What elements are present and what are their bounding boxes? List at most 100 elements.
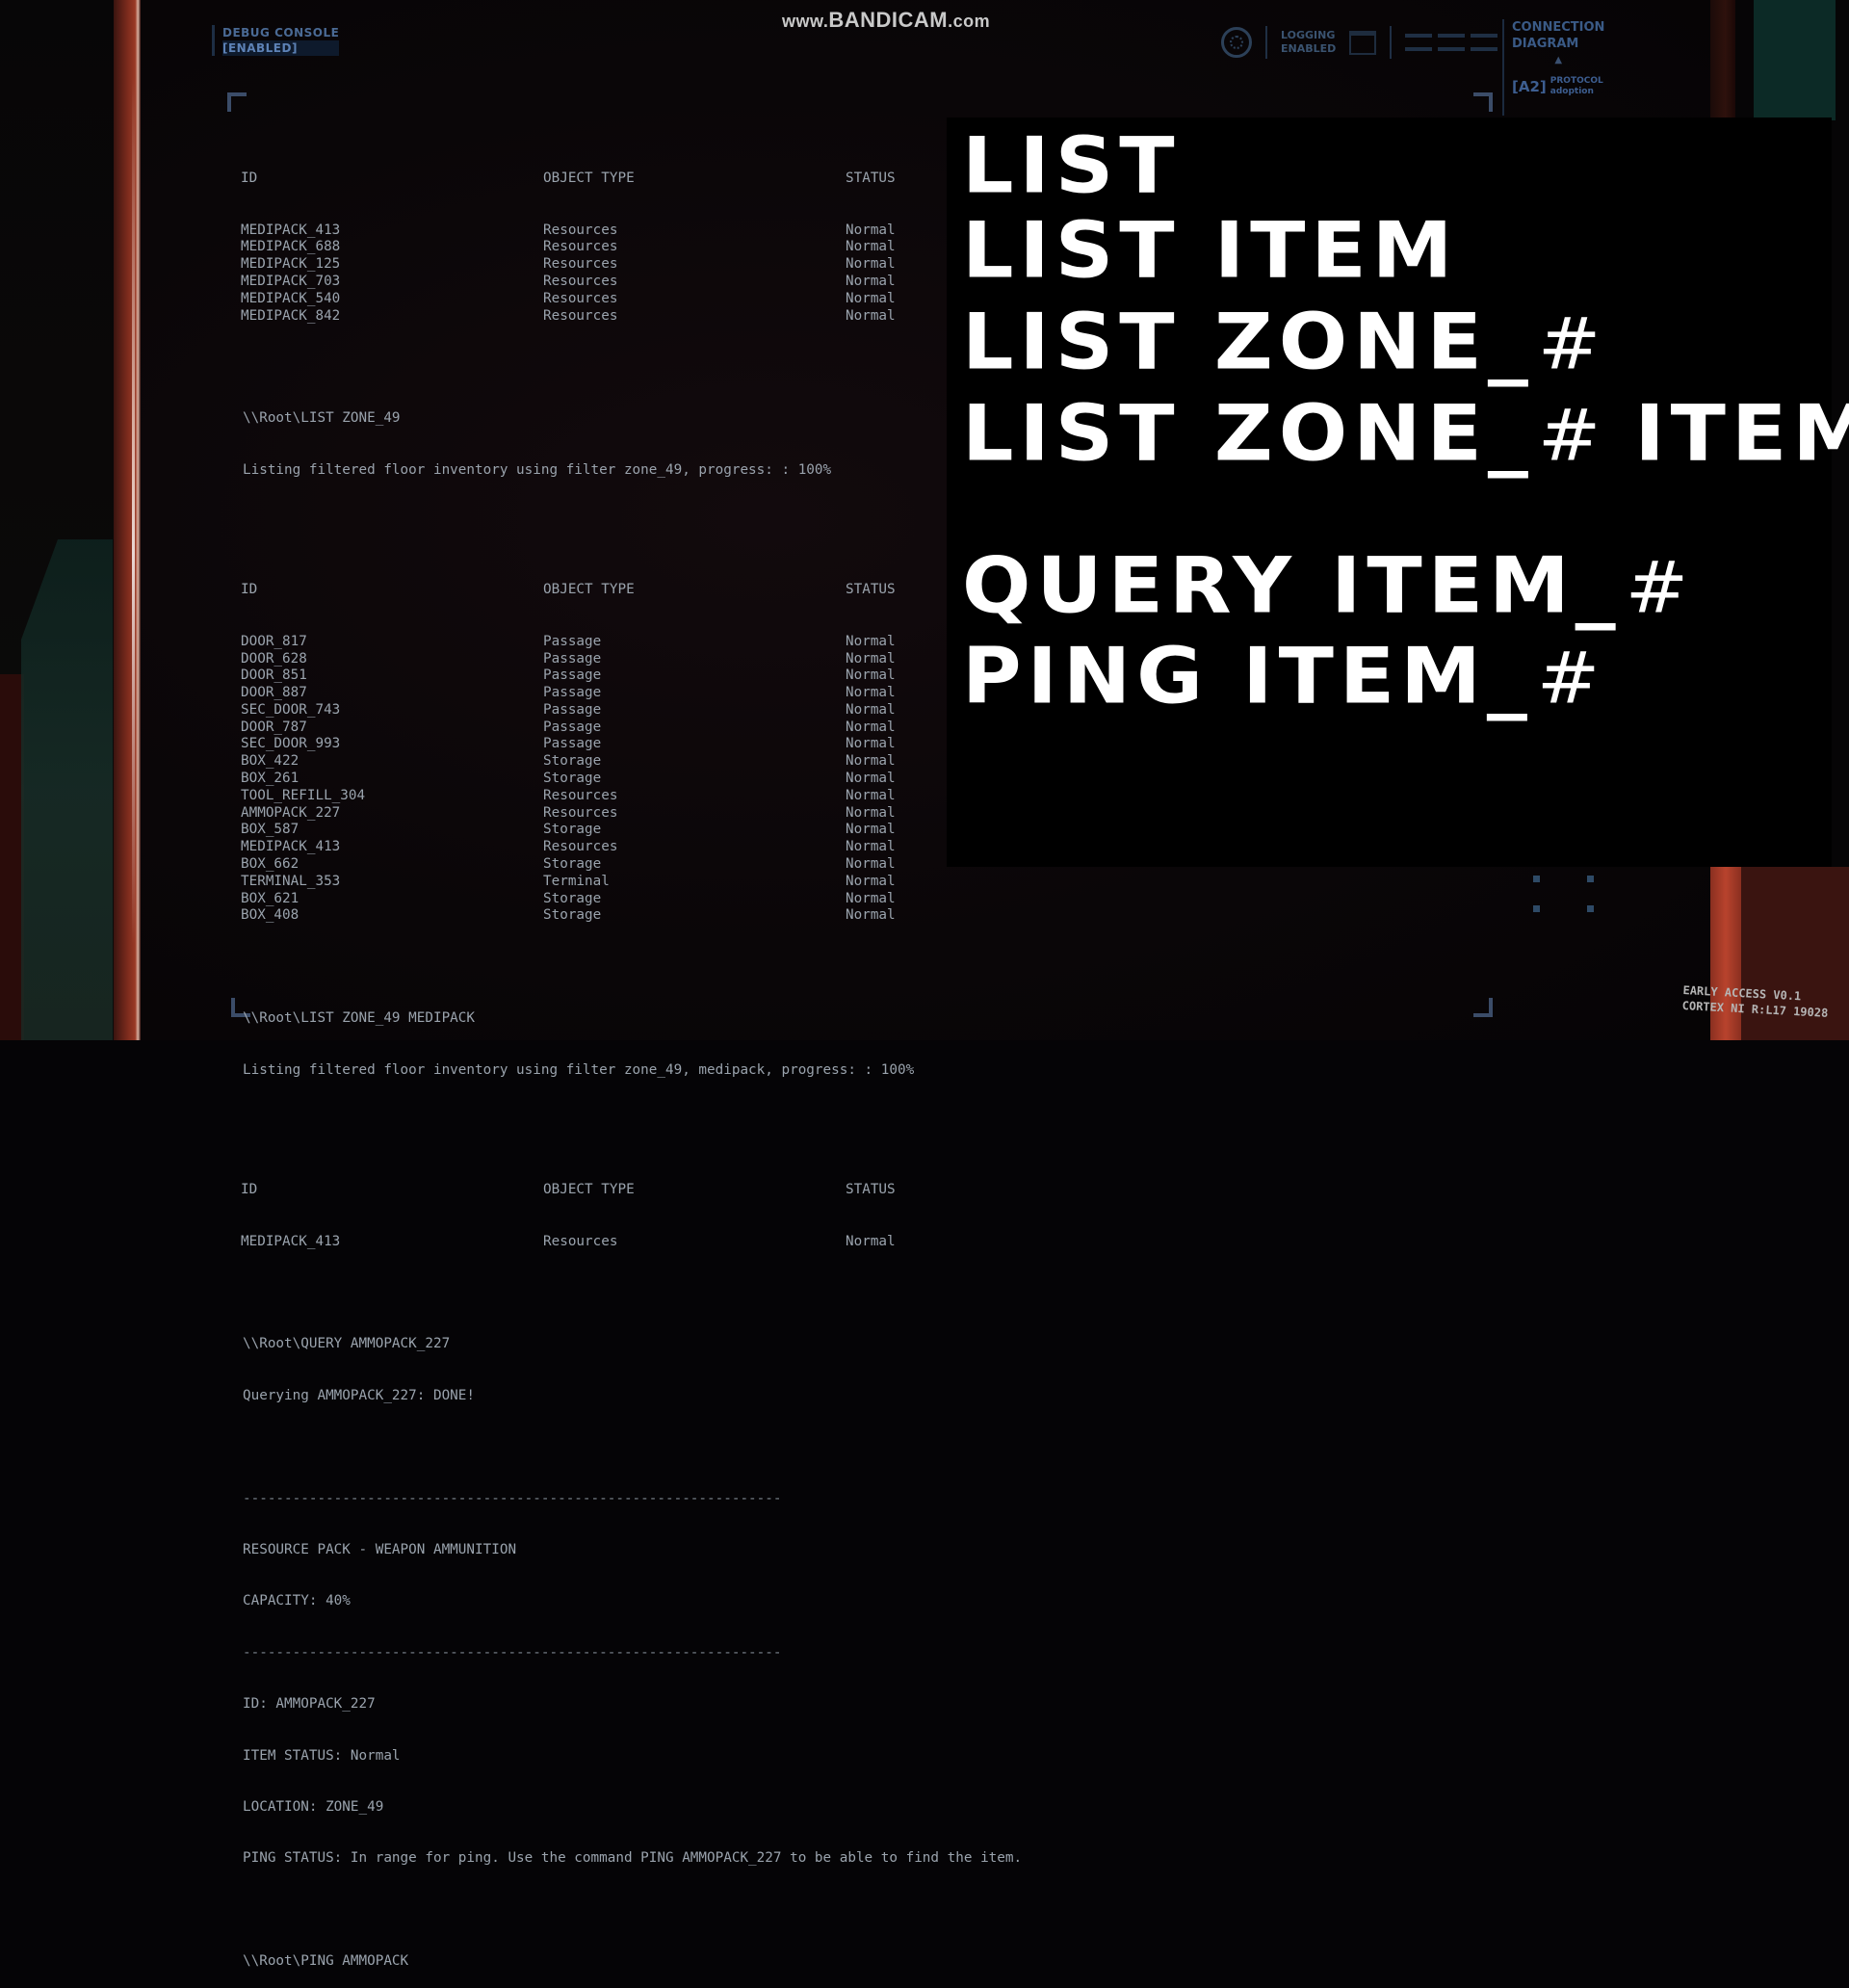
separator-line: ----------------------------------------… — [243, 1490, 782, 1506]
object-type: Passage — [543, 736, 602, 752]
hud-divider — [1265, 26, 1267, 59]
debug-console-title: DEBUG CONSOLE — [222, 26, 340, 39]
item-id: TERMINAL_353 — [241, 873, 341, 889]
object-type: Resources — [543, 290, 618, 306]
column-header-status: STATUS — [846, 582, 896, 598]
object-type: Resources — [543, 222, 618, 238]
logging-label: LOGGING — [1281, 29, 1336, 41]
folder-icon — [1349, 30, 1377, 55]
item-id: BOX_422 — [241, 753, 299, 770]
dial-icon — [1221, 27, 1252, 58]
column-header-type: OBJECT TYPE — [543, 582, 635, 598]
command-line: \\Root\LIST ZONE_49 MEDIPACK — [243, 1010, 476, 1027]
item-id: DOOR_817 — [241, 633, 307, 649]
object-type: Resources — [543, 239, 618, 255]
item-status: Normal — [846, 1233, 896, 1249]
item-id: MEDIPACK_413 — [241, 222, 341, 238]
item-status: Normal — [846, 787, 896, 803]
object-type: Storage — [543, 753, 602, 770]
item-id: BOX_408 — [241, 907, 299, 924]
object-type: Resources — [543, 307, 618, 324]
object-type: Storage — [543, 822, 602, 838]
monitor-bezel-left — [114, 0, 141, 1040]
watermark-suffix: .com — [948, 12, 991, 31]
item-id: BOX_621 — [241, 890, 299, 906]
item-status: Normal — [846, 290, 896, 306]
item-id: BOX_587 — [241, 822, 299, 838]
cheatsheet-command: PING ITEM_# — [962, 631, 1601, 721]
item-status: Normal — [846, 822, 896, 838]
watermark-brand: BANDICAM — [828, 8, 949, 32]
object-type: Resources — [543, 1233, 618, 1249]
item-id: SEC_DOOR_743 — [241, 701, 341, 718]
logging-indicator: LOGGING ENABLED — [1281, 29, 1336, 56]
command-line: \\Root\QUERY AMMOPACK_227 — [243, 1336, 451, 1352]
protocol-tag: [A2] — [1512, 77, 1547, 95]
item-status: Normal — [846, 239, 896, 255]
column-header-status: STATUS — [846, 170, 896, 187]
diagram-label: DIAGRAM — [1512, 37, 1579, 51]
debug-console-state: [ENABLED] — [222, 40, 340, 56]
command-cheatsheet-overlay: LIST LIST ITEM LIST ZONE_# LIST ZONE_# I… — [947, 118, 1849, 867]
item-status: Normal — [846, 736, 896, 752]
query-item-status: ITEM STATUS: Normal — [243, 1747, 401, 1764]
cheatsheet-command: LIST ZONE_# ITEM — [962, 388, 1849, 479]
query-title: RESOURCE PACK - WEAPON AMMUNITION — [243, 1541, 517, 1557]
item-status: Normal — [846, 307, 896, 324]
object-type: Resources — [543, 804, 618, 821]
environment-teal-panel — [1754, 0, 1836, 120]
object-type: Storage — [543, 890, 602, 906]
cheatsheet-command: QUERY ITEM_# — [962, 540, 1689, 631]
command-output: Querying AMMOPACK_227: DONE! — [243, 1387, 476, 1403]
item-status: Normal — [846, 804, 896, 821]
item-id: DOOR_787 — [241, 719, 307, 735]
cheatsheet-command: LIST ITEM — [962, 205, 1459, 296]
command-input[interactable]: \\Root\PING AMMOPACK — [231, 1953, 1493, 1971]
query-id: ID: AMMOPACK_227 — [243, 1696, 376, 1713]
watermark-prefix: www. — [782, 12, 829, 31]
object-type: Passage — [543, 719, 602, 735]
query-ping-status: PING STATUS: In range for ping. Use the … — [243, 1850, 1023, 1867]
bandicam-watermark: www.BANDICAM.com — [782, 8, 990, 33]
item-status: Normal — [846, 771, 896, 787]
item-status: Normal — [846, 650, 896, 667]
column-header-id: ID — [241, 170, 258, 187]
item-id: DOOR_851 — [241, 667, 307, 684]
item-id: AMMOPACK_227 — [241, 804, 341, 821]
table-row: BOX_621 Storage Normal — [231, 891, 1493, 908]
item-status: Normal — [846, 273, 896, 289]
object-type: Storage — [543, 856, 602, 873]
query-capacity: CAPACITY: 40% — [243, 1593, 351, 1609]
column-header-id: ID — [241, 582, 258, 598]
object-type: Terminal — [543, 873, 610, 889]
object-type: Storage — [543, 907, 602, 924]
item-id: MEDIPACK_703 — [241, 273, 341, 289]
item-status: Normal — [846, 753, 896, 770]
command-output: Listing filtered floor inventory using f… — [243, 1061, 915, 1078]
object-type: Passage — [543, 650, 602, 667]
item-status: Normal — [846, 256, 896, 273]
item-id: DOOR_887 — [241, 685, 307, 701]
hud-divider — [1390, 26, 1393, 59]
item-status: Normal — [846, 701, 896, 718]
item-id: DOOR_628 — [241, 650, 307, 667]
column-header-id: ID — [241, 1182, 258, 1198]
environment-red-floor — [0, 674, 24, 1040]
object-type: Passage — [543, 701, 602, 718]
item-status: Normal — [846, 890, 896, 906]
item-status: Normal — [846, 873, 896, 889]
object-type: Resources — [543, 273, 618, 289]
item-status: Normal — [846, 667, 896, 684]
column-header-status: STATUS — [846, 1182, 896, 1198]
bezel-highlight — [132, 77, 135, 944]
environment-teal-wall — [21, 539, 113, 1040]
table-row: MEDIPACK_413 Resources Normal — [231, 1234, 1493, 1251]
separator-line: ----------------------------------------… — [243, 1644, 782, 1661]
signal-bars-icon — [1405, 34, 1498, 51]
item-status: Normal — [846, 907, 896, 924]
cheatsheet-command: LIST ZONE_# — [962, 297, 1602, 387]
cheatsheet-command: LIST — [962, 120, 1181, 211]
object-type: Passage — [543, 667, 602, 684]
debug-console-indicator: DEBUG CONSOLE [ENABLED] — [212, 25, 340, 56]
object-type: Resources — [543, 839, 618, 855]
